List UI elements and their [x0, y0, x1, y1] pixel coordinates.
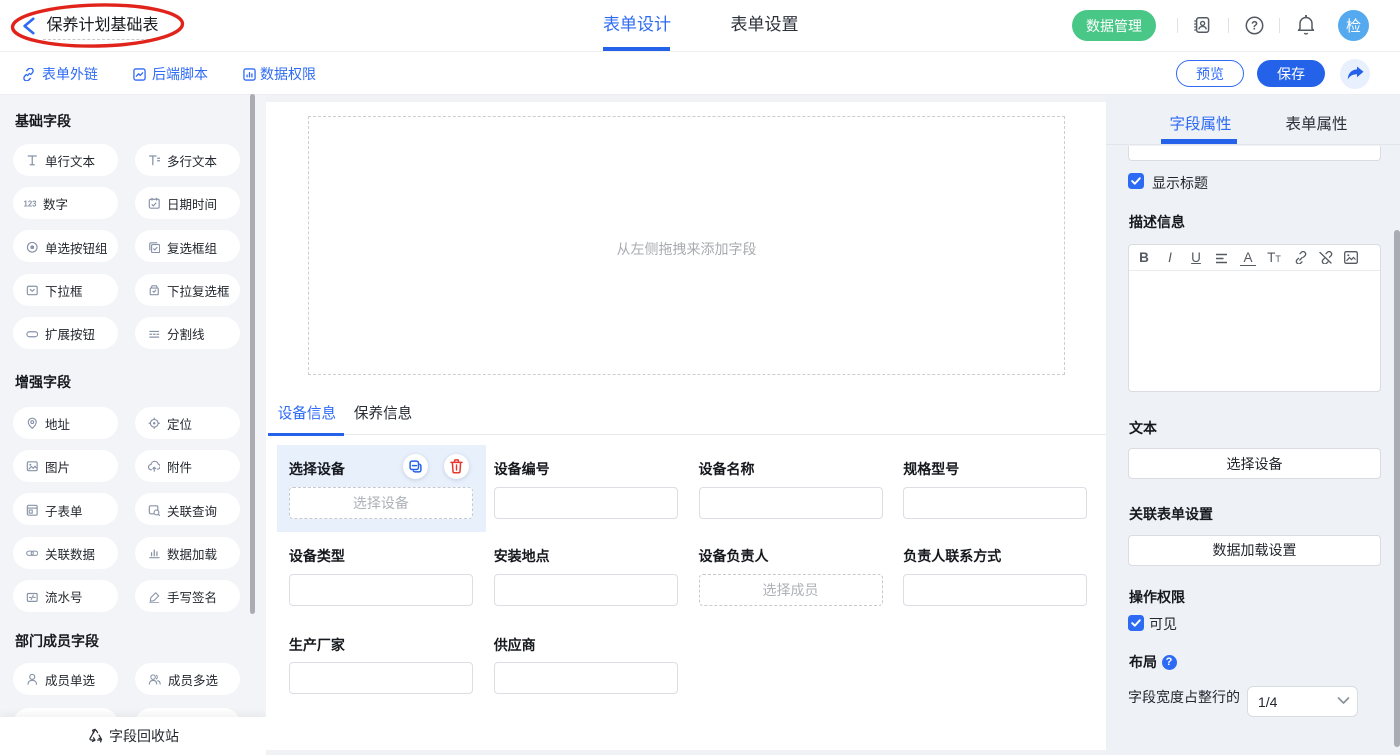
svg-text:?: ? — [1251, 20, 1258, 32]
svg-text:123: 123 — [24, 200, 38, 209]
